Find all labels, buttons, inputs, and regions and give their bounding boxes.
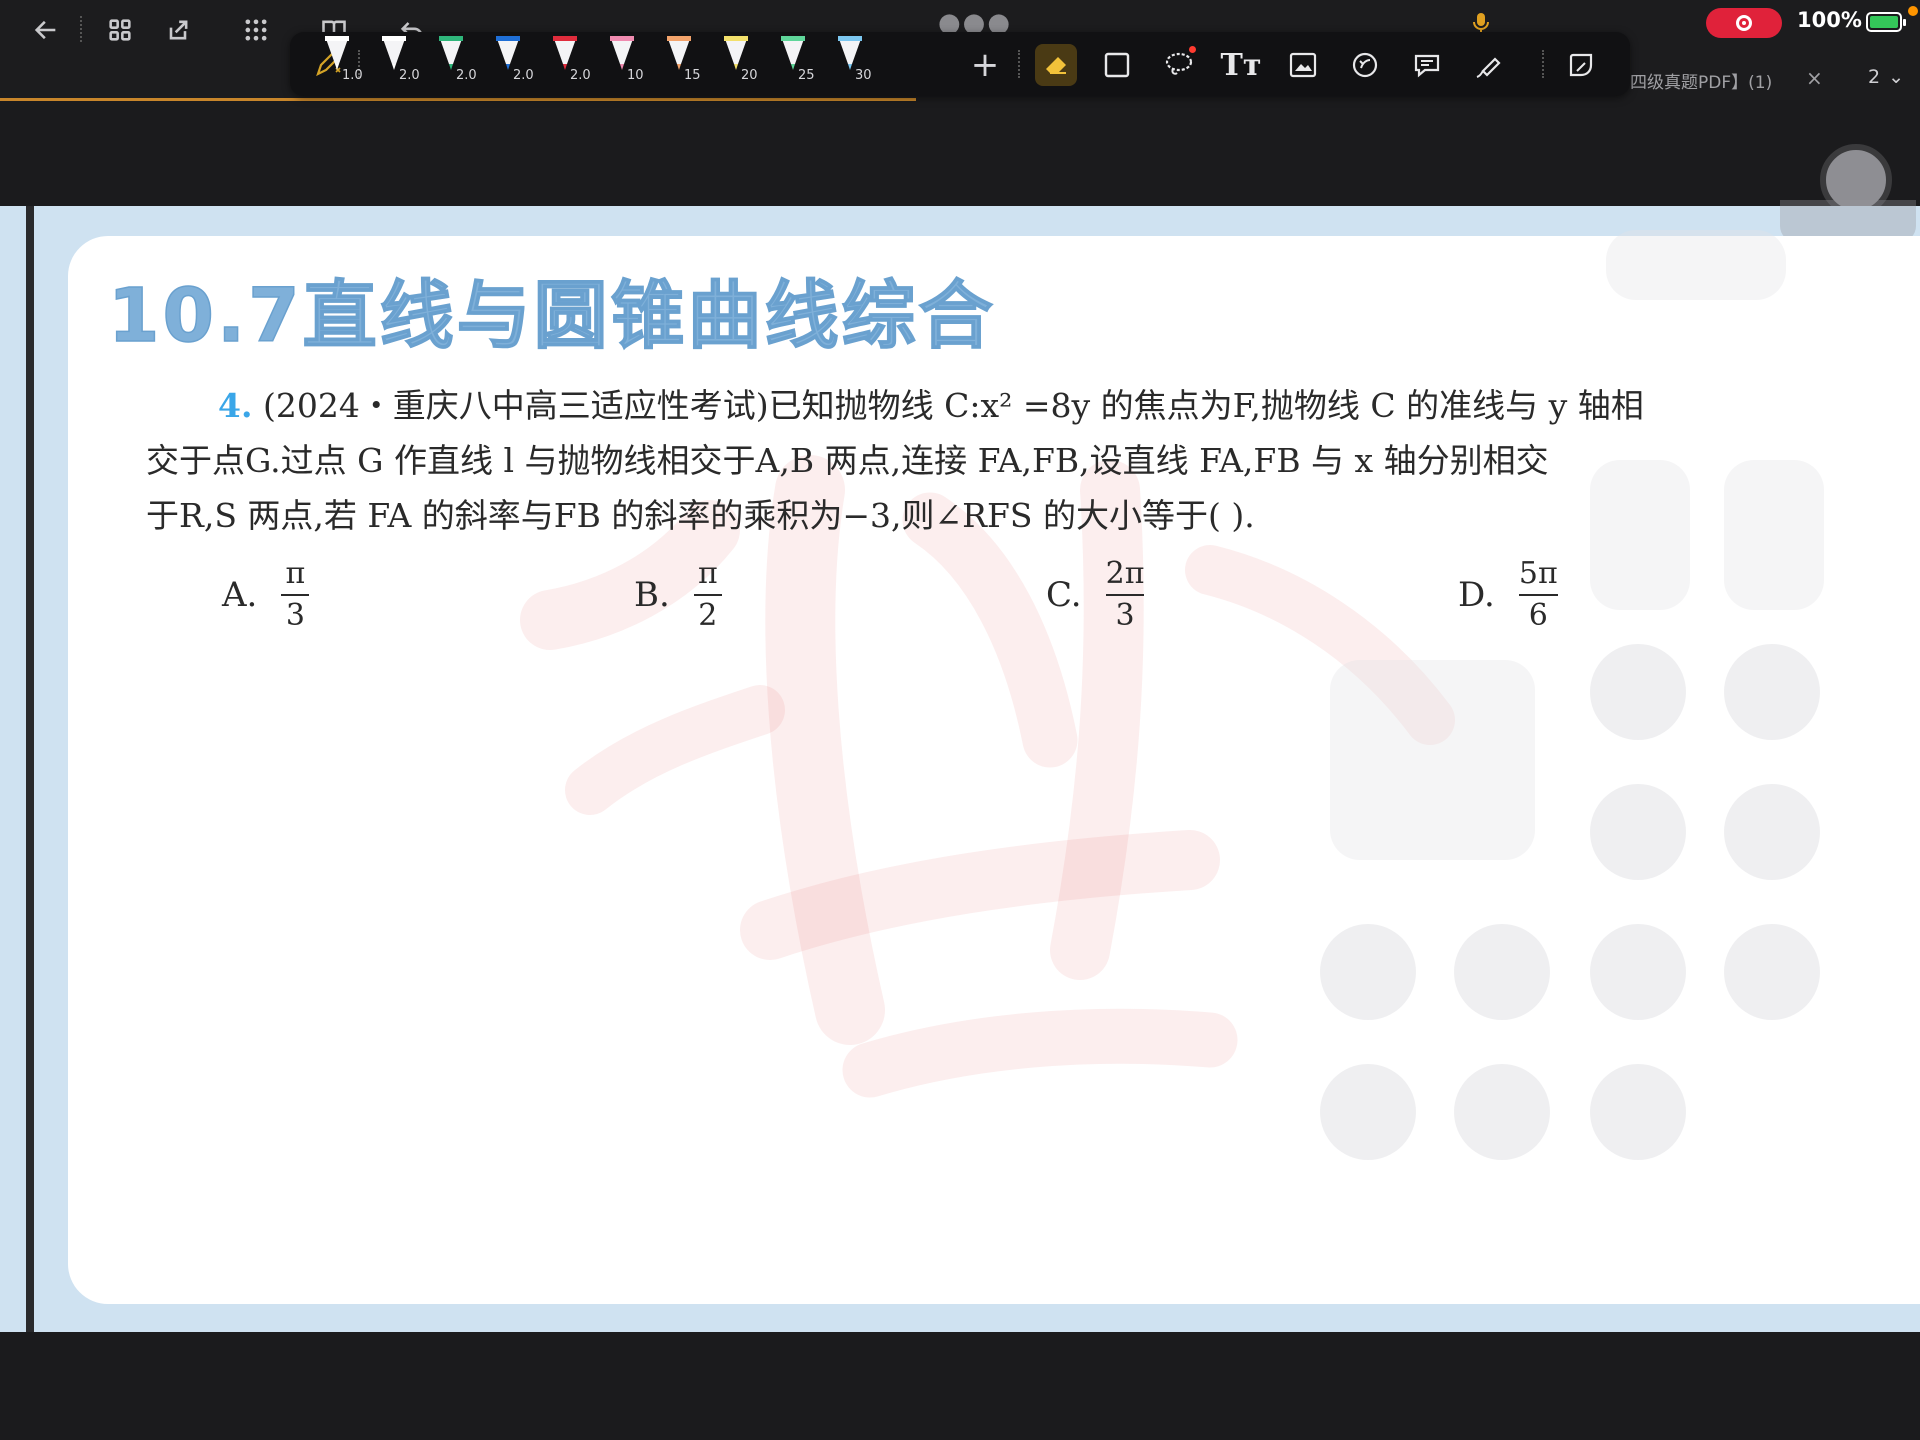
page-number: 2 [1868,66,1881,88]
control-center-ghost-button [1590,924,1686,1020]
battery-percentage: 100% [1797,8,1862,32]
tab-close-icon[interactable]: × [1806,66,1823,90]
pen-nib-icon [496,36,520,70]
chevron-down-icon: ⌄ [1888,66,1905,88]
pen-nib-icon [610,36,634,70]
question-line-1: (2024・重庆八中高三适应性考试)已知抛物线 C:x² =8y 的焦点为F,抛… [262,386,1644,425]
pen-size-label: 20 [741,68,758,83]
rectangle-icon [1104,52,1130,78]
section-title: 10.7直线与圆锥曲线综合 [107,272,996,360]
share-export-icon[interactable] [160,12,196,48]
privacy-indicator-dot [1908,6,1918,16]
pen-nib-icon [724,36,748,70]
bottom-bar [0,1332,1920,1440]
control-center-ghost-tile [1330,660,1535,860]
page-selector[interactable]: 2 ⌄ [1868,66,1904,88]
text-tool-icon: Tт [1220,47,1262,83]
comment-icon [1414,54,1440,78]
pen-preset-10[interactable]: 30 [833,34,885,92]
document-tab-title[interactable]: 四级真题PDF】(1) [1630,68,1772,93]
text-tool[interactable]: Tт [1220,44,1262,86]
control-center-ghost-button [1454,924,1550,1020]
pen-nib-icon [553,36,577,70]
lasso-icon [1165,52,1193,75]
toolbar-divider [1018,50,1020,78]
control-center-ghost-button [1590,644,1686,740]
pen-preset-1[interactable]: 1.0 [320,34,372,92]
pen-size-label: 2.0 [399,68,420,83]
pen-preset-5[interactable]: 2.0 [548,34,600,92]
pen-size-label: 2.0 [570,68,591,83]
pen-toolbar: 1.0 2.0 2.0 2.0 2.0 10 15 20 25 30 + Tт [290,32,1630,96]
pen-nib-icon [781,36,805,70]
lasso-tool[interactable] [1158,44,1200,86]
pen-preset-9[interactable]: 25 [776,34,828,92]
eraser-tool[interactable] [1035,44,1077,86]
record-icon [1736,15,1752,31]
toolbar-divider [80,16,84,42]
microphone-icon [1473,13,1489,33]
pen-size-label: 10 [627,68,644,83]
control-center-ghost-button [1454,1064,1550,1160]
control-center-ghost-tile [1606,230,1786,300]
control-center-ghost-tile [1590,460,1690,610]
comment-tool[interactable] [1406,44,1448,86]
pen-size-label: 30 [855,68,872,83]
battery-icon [1866,12,1906,32]
back-arrow-icon[interactable] [28,12,64,48]
apps-grid-icon[interactable] [238,12,274,48]
highlighter-icon [1476,57,1501,78]
pen-size-label: 2.0 [456,68,477,83]
pen-nib-icon [382,36,406,70]
control-center-ghost-button [1320,924,1416,1020]
pen-size-label: 2.0 [513,68,534,83]
pen-nib-icon [667,36,691,70]
pen-size-label: 25 [798,68,815,83]
page-left-edge [26,206,34,1332]
pen-nib-icon [439,36,463,70]
control-center-ghost-button [1320,1064,1416,1160]
question-number: 4. [218,386,253,425]
control-center-ghost-tile [1724,460,1824,610]
sticker-tool[interactable] [1344,44,1386,86]
reading-progress-bar [0,98,916,101]
pen-size-label: 1.0 [342,68,363,83]
pen-preset-8[interactable]: 20 [719,34,771,92]
collapse-toolbar-button[interactable] [1560,44,1602,86]
option-c: C. 2π 3 [1046,556,1145,633]
add-pen-button[interactable]: + [964,44,1006,86]
sticker-icon [1352,52,1378,78]
option-a: A. π3 [222,556,310,634]
option-d: D. 5π 6 [1458,556,1558,633]
control-center-ghost-button [1724,784,1820,880]
toolbar-divider [1542,50,1544,78]
pen-nib-icon [838,36,862,70]
highlighter-tool[interactable] [1468,44,1510,86]
corner-curl-icon [1569,53,1593,77]
notification-dot [1189,46,1196,53]
pen-nib-icon [325,36,349,70]
control-center-ghost-button [1724,924,1820,1020]
thumbnail-grid-icon[interactable] [102,12,138,48]
control-center-ghost-button [1590,1064,1686,1160]
pen-preset-4[interactable]: 2.0 [491,34,543,92]
screen-record-indicator[interactable] [1706,8,1782,38]
image-tool[interactable] [1282,44,1324,86]
eraser-icon [1046,57,1066,74]
option-b: B. π2 [634,556,722,634]
shape-tool[interactable] [1096,44,1138,86]
pen-preset-6[interactable]: 10 [605,34,657,92]
pen-preset-2[interactable]: 2.0 [377,34,429,92]
image-icon [1289,52,1317,78]
control-center-ghost-button [1590,784,1686,880]
pen-size-label: 15 [684,68,701,83]
pen-preset-7[interactable]: 15 [662,34,714,92]
control-center-ghost-button [1724,644,1820,740]
pen-preset-3[interactable]: 2.0 [434,34,486,92]
